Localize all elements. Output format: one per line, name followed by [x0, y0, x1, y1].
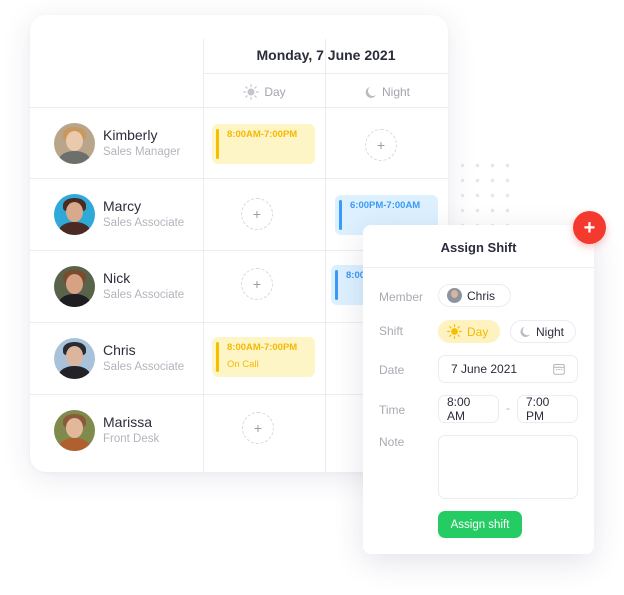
member-row: Marcy Sales Associate [30, 178, 204, 250]
member-role: Sales Manager [103, 145, 181, 158]
member-row: Marissa Front Desk [30, 394, 204, 466]
column-label: Day [264, 85, 286, 99]
time-end-input[interactable]: 7:00 PM [517, 395, 578, 423]
shift-time: 8:00AM-7:00PM [227, 342, 298, 353]
member-row: Kimberly Sales Manager [30, 107, 204, 179]
time-end-value: 7:00 PM [526, 395, 550, 423]
member-role: Sales Associate [103, 216, 185, 229]
plus-icon: + [253, 420, 263, 436]
shift-note: On Call [227, 359, 259, 370]
plus-icon: + [583, 216, 596, 239]
add-shift-slot[interactable]: + [241, 268, 273, 300]
grid-divider [204, 73, 448, 74]
add-shift-slot[interactable]: + [242, 412, 274, 444]
member-name: Marissa [103, 413, 153, 430]
avatar [54, 265, 95, 307]
shift-option-label: Night [536, 324, 565, 339]
column-header-night: Night [326, 82, 448, 102]
member-value: Chris [467, 288, 496, 303]
member-label: Member [379, 290, 424, 304]
member-name: Marcy [103, 197, 142, 214]
avatar [54, 337, 95, 379]
avatar [54, 122, 95, 164]
time-separator: - [506, 401, 510, 415]
moon-icon [365, 86, 376, 98]
calendar-icon[interactable] [553, 363, 565, 375]
avatar [54, 409, 95, 451]
shift-option-day[interactable]: Day [438, 320, 500, 343]
member-name: Kimberly [103, 126, 158, 143]
grid-divider [325, 39, 326, 472]
shift-option-label: Day [467, 324, 489, 339]
shift-time: 8:00AM-7:00PM [227, 129, 298, 140]
column-label: Night [381, 85, 410, 99]
shift-label: Shift [379, 324, 404, 338]
time-start-value: 8:00 AM [447, 395, 471, 423]
time-start-input[interactable]: 8:00 AM [438, 395, 499, 423]
member-name: Chris [103, 341, 136, 358]
plus-icon: + [376, 137, 386, 153]
avatar [54, 193, 95, 235]
assign-shift-panel: Assign Shift Member Chris Shift Day Nigh… [363, 225, 594, 554]
note-label: Note [379, 435, 405, 449]
add-shift-fab[interactable]: + [573, 211, 606, 244]
date-input[interactable]: 7 June 2021 [438, 355, 578, 383]
sun-icon [447, 324, 462, 339]
plus-icon: + [252, 206, 262, 222]
member-role: Sales Associate [103, 288, 185, 301]
member-row: Nick Sales Associate [30, 250, 204, 322]
divider [363, 267, 594, 268]
member-select[interactable]: Chris [438, 284, 511, 307]
time-label: Time [379, 403, 406, 417]
column-header-day: Day [204, 82, 325, 102]
member-role: Sales Associate [103, 360, 185, 373]
plus-icon: + [252, 276, 262, 292]
add-shift-slot[interactable]: + [241, 198, 273, 230]
note-textarea[interactable] [438, 435, 578, 499]
date-value: 7 June 2021 [451, 362, 518, 376]
date-label: Date [379, 363, 405, 377]
panel-title: Assign Shift [440, 240, 517, 255]
schedule-date-title: Monday, 7 June 2021 [256, 47, 396, 63]
shift-block[interactable]: 8:00AM-7:00PM On Call [212, 337, 315, 377]
decorative-dot-grid [455, 158, 515, 228]
sun-icon [243, 84, 260, 100]
moon-icon [520, 326, 531, 337]
member-name: Nick [103, 269, 131, 286]
shift-time: 6:00PM-7:00AM [350, 200, 421, 211]
shift-option-night[interactable]: Night [510, 320, 576, 343]
assign-shift-button[interactable]: Assign shift [438, 511, 522, 538]
member-row: Chris Sales Associate [30, 322, 204, 394]
add-shift-slot[interactable]: + [365, 129, 397, 161]
avatar [447, 288, 462, 303]
member-role: Front Desk [103, 432, 160, 445]
shift-block[interactable]: 8:00AM-7:00PM [212, 124, 315, 164]
